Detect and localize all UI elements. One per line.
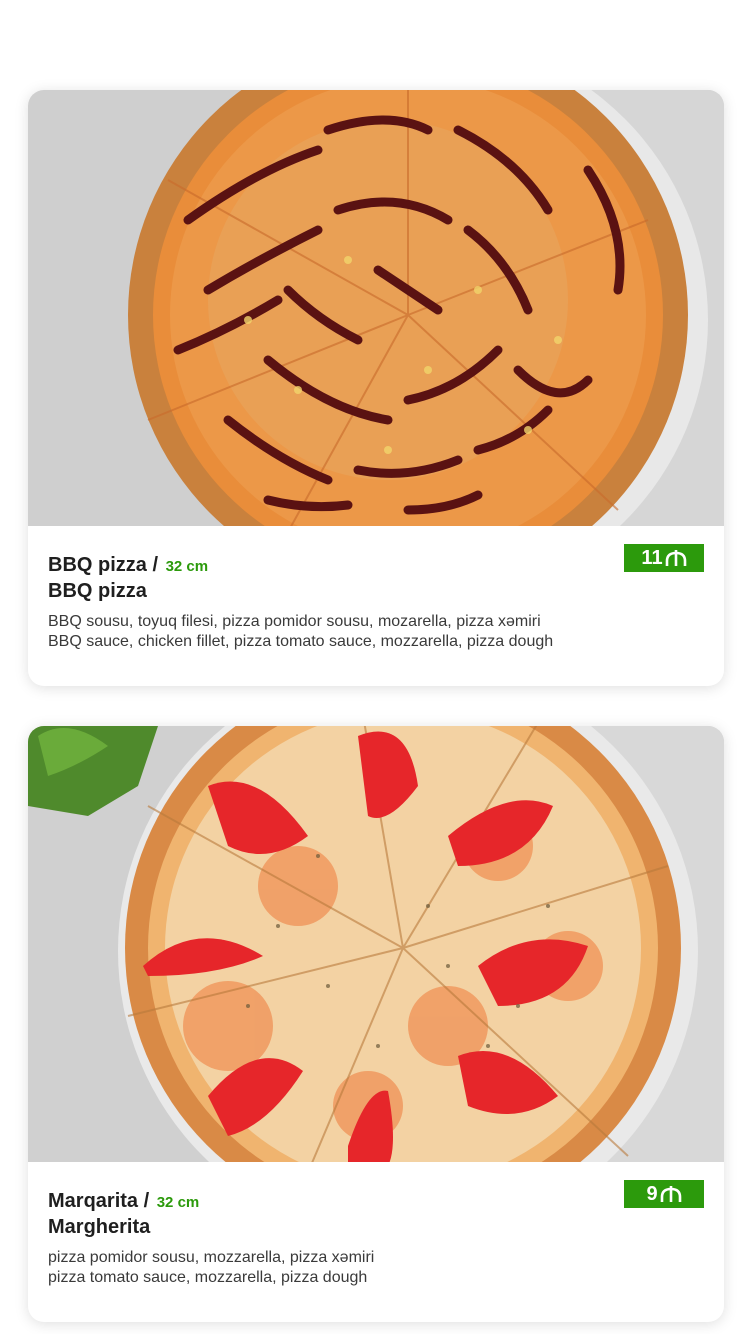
item-description-az: pizza pomidor sousu, mozzarella, pizza x… bbox=[48, 1249, 375, 1266]
item-description-en: pizza tomato sauce, mozzarella, pizza do… bbox=[48, 1269, 368, 1286]
menu-item-card[interactable]: Marqarita / 32 cm Margherita pizza pomid… bbox=[28, 726, 724, 1322]
price-badge: 9 bbox=[624, 1180, 704, 1208]
menu-item-card[interactable]: BBQ pizza / 32 cm BBQ pizza BBQ sousu, t… bbox=[28, 90, 724, 686]
menu-item-info: BBQ pizza / 32 cm BBQ pizza BBQ sousu, t… bbox=[28, 526, 724, 686]
item-name-az: BBQ pizza / bbox=[48, 554, 159, 576]
price-badge: 11 bbox=[624, 544, 704, 572]
item-name-en: Margherita bbox=[48, 1216, 151, 1238]
item-description: pizza pomidor sousu, mozzarella, pizza x… bbox=[48, 1248, 374, 1288]
item-description-az: BBQ sousu, toyuq filesi, pizza pomidor s… bbox=[48, 613, 541, 630]
item-name-az: Marqarita / bbox=[48, 1190, 150, 1212]
item-size: 32 cm bbox=[156, 1194, 200, 1211]
item-title-az: Marqarita / 32 cm bbox=[48, 1190, 199, 1213]
menu-item-info: Marqarita / 32 cm Margherita pizza pomid… bbox=[28, 1162, 724, 1322]
manat-icon bbox=[660, 1186, 681, 1202]
item-name-en: BBQ pizza bbox=[48, 580, 147, 602]
item-description-en: BBQ sauce, chicken fillet, pizza tomato … bbox=[48, 633, 554, 650]
price-value: 9 bbox=[646, 1182, 658, 1205]
price-value: 11 bbox=[641, 546, 663, 569]
item-size: 32 cm bbox=[165, 558, 209, 575]
bbq-pizza-photo bbox=[28, 90, 724, 526]
item-description: BBQ sousu, toyuq filesi, pizza pomidor s… bbox=[48, 612, 553, 652]
manat-icon bbox=[665, 550, 686, 566]
margherita-pizza-photo bbox=[28, 726, 724, 1162]
item-title-az: BBQ pizza / 32 cm bbox=[48, 554, 208, 577]
